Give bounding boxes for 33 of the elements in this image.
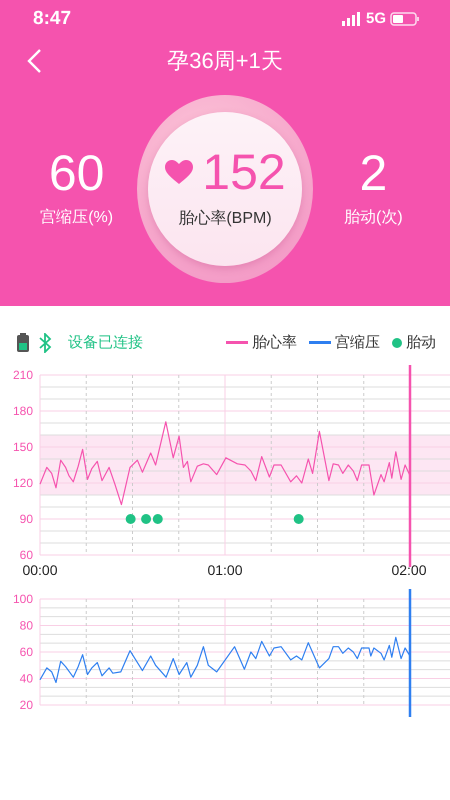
stat-label: 宫缩压(%) xyxy=(40,208,114,228)
axis-label: 210 xyxy=(12,368,33,382)
axis-label: 80 xyxy=(20,618,33,632)
axis-label: 01:00 xyxy=(207,562,243,578)
page-title: 孕36周+1天 xyxy=(167,46,283,74)
heart-icon xyxy=(164,159,194,185)
axis-label: 40 xyxy=(20,671,33,685)
battery-icon xyxy=(390,12,420,26)
stat-label: 胎心率(BPM) xyxy=(178,208,272,229)
time-cursor[interactable] xyxy=(408,588,412,716)
axis-label: 00:00 xyxy=(22,562,58,578)
axis-label: 90 xyxy=(20,512,33,526)
axis-label: 180 xyxy=(12,404,33,418)
signal-icon xyxy=(342,12,362,26)
network-label: 5G xyxy=(366,8,386,29)
time-cursor[interactable] xyxy=(408,364,412,566)
legend-label: 胎心率 xyxy=(252,333,297,353)
heart-rate-value: 152 xyxy=(202,147,286,197)
legend-label: 宫缩压 xyxy=(335,333,380,353)
axis-label: 60 xyxy=(20,644,33,658)
axis-label: 150 xyxy=(12,440,33,454)
stat-value: 60 xyxy=(48,148,104,198)
axis-label: 20 xyxy=(20,698,33,712)
battery-icon xyxy=(16,333,30,354)
stat-label: 胎动(次) xyxy=(344,208,403,228)
axis-label: 02:00 xyxy=(391,562,427,578)
axis-label: 60 xyxy=(20,548,33,562)
axis-label: 100 xyxy=(12,592,33,606)
connection-status: 设备已连接 xyxy=(68,333,143,353)
stat-value: 2 xyxy=(359,148,388,198)
status-time: 8:47 xyxy=(33,6,72,31)
legend-label: 胎动 xyxy=(406,333,436,353)
axis-label: 120 xyxy=(12,476,33,490)
